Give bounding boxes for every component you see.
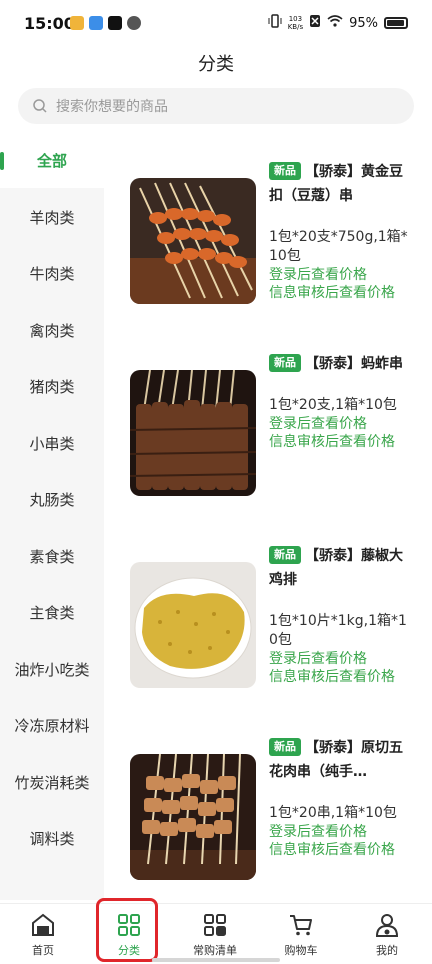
new-badge: 新品 (269, 546, 301, 564)
sidebar-item-poultry[interactable]: 禽肉类 (0, 302, 104, 358)
nav-profile[interactable]: 我的 (344, 904, 430, 964)
nav-frequent-list-label: 常购清单 (193, 944, 237, 957)
nav-cart-label: 购物车 (284, 944, 318, 957)
bottom-nav: 首页 分类 常购清单 购物车 我的 (0, 903, 432, 964)
product-list: 新品 【骄泰】黄金豆扣（豆蔻）串 1包*20支*750g,1箱*10包 登录后查看… (104, 132, 432, 900)
wifi-icon (327, 15, 343, 31)
net-speed: 103 KB/s (288, 15, 303, 31)
status-right: 103 KB/s 95% (268, 14, 408, 32)
product-card[interactable]: 新品 【骄泰】藤椒大鸡排 1包*10片*1kg,1箱*10包 登录后查看价格 信息… (104, 516, 432, 708)
product-info: 新品 【骄泰】蚂蚱串 1包*20支,1箱*10包 登录后查看价格 信息审核后查看价… (269, 352, 411, 451)
battery-percent: 95% (349, 15, 378, 31)
price-review-note: 信息审核后查看价格 (269, 285, 395, 301)
net-speed-value: 103 (288, 15, 303, 23)
sidebar-item-pork[interactable]: 猪肉类 (0, 358, 104, 414)
sidebar-item-charcoal-supplies[interactable]: 竹炭消耗类 (0, 754, 104, 810)
nav-cart[interactable]: 购物车 (258, 904, 344, 964)
product-info: 新品 【骄泰】原切五花肉串（纯手… 1包*20串,1箱*10包 登录后查看价格 信… (269, 736, 411, 859)
nav-home-label: 首页 (32, 944, 54, 957)
new-badge: 新品 (269, 162, 301, 180)
product-spec: 1包*20支*750g,1箱*10包 (269, 229, 408, 264)
sidebar-item-beef[interactable]: 牛肉类 (0, 245, 104, 301)
search-icon (33, 99, 47, 113)
home-icon (32, 913, 54, 936)
product-image[interactable] (130, 370, 256, 496)
status-bar: 15:00 103 KB/s 95% (0, 0, 432, 48)
sidebar-item-frozen-materials[interactable]: 冷冻原材料 (0, 697, 104, 753)
product-title[interactable]: 新品 【骄泰】原切五花肉串（纯手… (269, 736, 411, 784)
product-info: 新品 【骄泰】藤椒大鸡排 1包*10片*1kg,1箱*10包 登录后查看价格 信息… (269, 544, 411, 686)
product-title[interactable]: 新品 【骄泰】黄金豆扣（豆蔻）串 (269, 160, 411, 208)
price-login-link[interactable]: 登录后查看价格 (269, 266, 411, 284)
search-input[interactable]: 搜索你想要的商品 (18, 88, 414, 124)
product-info: 新品 【骄泰】黄金豆扣（豆蔻）串 1包*20支*750g,1箱*10包 登录后查看… (269, 160, 411, 302)
net-speed-unit: KB/s (287, 23, 304, 31)
price-login-link[interactable]: 登录后查看价格 (269, 415, 411, 433)
user-icon (375, 914, 399, 937)
product-title[interactable]: 新品 【骄泰】蚂蚱串 (269, 352, 411, 376)
price-login-link[interactable]: 登录后查看价格 (269, 823, 411, 841)
nav-frequent-list[interactable]: 常购清单 (172, 904, 258, 964)
home-indicator (152, 958, 280, 962)
product-title-text: 【骄泰】蚂蚱串 (305, 356, 403, 372)
product-spec: 1包*20串,1箱*10包 (269, 805, 397, 821)
list-grid-icon (204, 914, 226, 936)
product-card[interactable]: 新品 【骄泰】原切五花肉串（纯手… 1包*20串,1箱*10包 登录后查看价格 信… (104, 708, 432, 900)
price-review-note: 信息审核后查看价格 (269, 434, 395, 450)
new-badge: 新品 (269, 354, 301, 372)
sim-off-icon (309, 14, 321, 32)
vibrate-icon (268, 14, 282, 32)
product-spec: 1包*10片*1kg,1箱*10包 (269, 613, 407, 648)
page-title: 分类 (198, 54, 234, 75)
product-card[interactable]: 新品 【骄泰】蚂蚱串 1包*20支,1箱*10包 登录后查看价格 信息审核后查看价… (104, 324, 432, 516)
sidebar-item-staple[interactable]: 主食类 (0, 584, 104, 640)
sidebar-item-seasonings[interactable]: 调料类 (0, 810, 104, 866)
product-image[interactable] (130, 754, 256, 880)
price-review-note: 信息审核后查看价格 (269, 842, 395, 858)
sidebar-item-lamb[interactable]: 羊肉类 (0, 189, 104, 245)
app-notification-icon (89, 16, 103, 30)
product-title[interactable]: 新品 【骄泰】藤椒大鸡排 (269, 544, 411, 592)
tiktok-icon (108, 16, 122, 30)
sidebar-item-vegetarian[interactable]: 素食类 (0, 528, 104, 584)
nav-profile-label: 我的 (376, 944, 398, 957)
sidebar-item-all[interactable]: 全部 (0, 132, 104, 188)
cart-icon (290, 915, 312, 936)
clover-icon (127, 16, 141, 30)
price-review-note: 信息审核后查看价格 (269, 669, 395, 685)
price-login-link[interactable]: 登录后查看价格 (269, 650, 411, 668)
product-image[interactable] (130, 562, 256, 688)
battery-icon (384, 17, 408, 29)
sidebar-item-small-skewers[interactable]: 小串类 (0, 415, 104, 471)
product-image[interactable] (130, 178, 256, 304)
search-placeholder: 搜索你想要的商品 (56, 99, 168, 115)
product-spec: 1包*20支,1箱*10包 (269, 397, 397, 413)
category-sidebar: 全部 羊肉类 牛肉类 禽肉类 猪肉类 小串类 丸肠类 素食类 主食类 油炸小吃类… (0, 132, 104, 900)
product-card[interactable]: 新品 【骄泰】黄金豆扣（豆蔻）串 1包*20支*750g,1箱*10包 登录后查看… (104, 132, 432, 324)
weibo-icon (70, 16, 84, 30)
sidebar-item-meatballs-sausages[interactable]: 丸肠类 (0, 471, 104, 527)
sidebar-item-fried-snacks[interactable]: 油炸小吃类 (0, 641, 104, 697)
status-time: 15:00 (24, 14, 75, 33)
new-badge: 新品 (269, 738, 301, 756)
nav-home[interactable]: 首页 (0, 904, 86, 964)
status-app-icons (70, 16, 141, 30)
highlight-box (96, 898, 158, 962)
